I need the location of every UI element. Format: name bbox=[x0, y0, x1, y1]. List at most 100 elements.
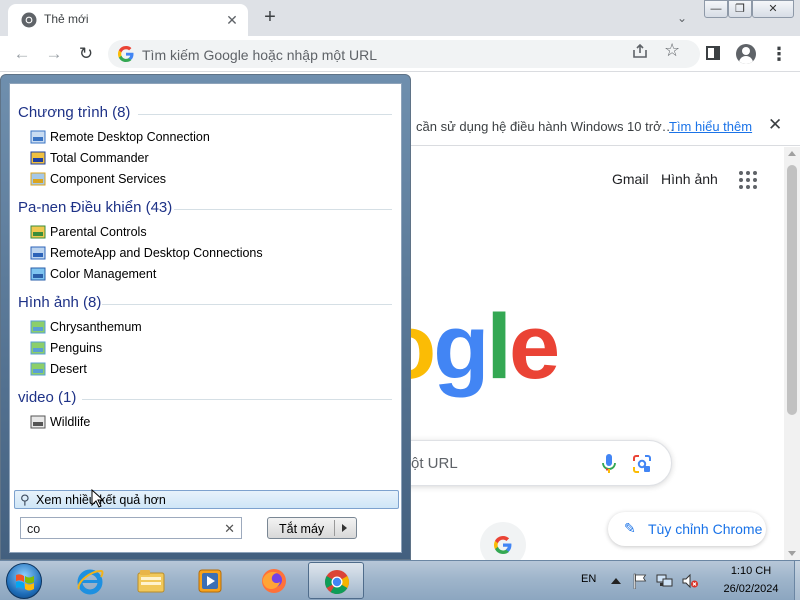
search-result-label: Total Commander bbox=[50, 151, 149, 165]
learn-more-link[interactable]: Tìm hiểu thêm bbox=[669, 119, 752, 134]
tab-search-chevron-icon[interactable]: ⌄ bbox=[672, 8, 692, 28]
scroll-thumb[interactable] bbox=[787, 165, 797, 415]
profile-avatar-icon[interactable] bbox=[736, 44, 756, 64]
search-result-item[interactable]: Penguins bbox=[30, 338, 390, 359]
browser-toolbar: ← → ↻ Tìm kiếm Google hoặc nhập một URL … bbox=[0, 36, 800, 72]
search-result-item[interactable]: Remote Desktop Connection bbox=[30, 127, 390, 148]
action-center-flag-icon[interactable] bbox=[633, 573, 647, 589]
chrome-menu-icon[interactable]: ⋮ bbox=[770, 44, 788, 64]
image-file-icon bbox=[30, 320, 46, 334]
start-menu: Chương trình (8) Remote Desktop Connectio… bbox=[0, 74, 411, 560]
mouse-cursor-icon bbox=[91, 489, 105, 508]
google-g-icon bbox=[118, 46, 134, 62]
back-arrow-icon[interactable]: ← bbox=[10, 42, 34, 66]
search-placeholder: ột URL bbox=[411, 455, 458, 472]
search-result-item[interactable]: Chrysanthemum bbox=[30, 317, 390, 338]
search-result-label: Component Services bbox=[50, 172, 167, 186]
result-section-header[interactable]: video (1) bbox=[18, 389, 76, 406]
pencil-icon: ✎ bbox=[624, 520, 636, 536]
result-section-header[interactable]: Pa-nen Điều khiển (43) bbox=[18, 199, 172, 216]
search-result-item[interactable]: Component Services bbox=[30, 169, 390, 190]
taskbar-internet-explorer[interactable] bbox=[62, 562, 118, 599]
clear-search-icon[interactable]: ✕ bbox=[224, 521, 235, 537]
taskbar: EN 1:10 CH 26/02/2024 bbox=[0, 560, 800, 600]
infobar-message: cần sử dụng hệ điều hành Windows 10 trở… bbox=[416, 119, 675, 134]
shutdown-options-arrow-icon[interactable] bbox=[342, 524, 347, 532]
shutdown-separator bbox=[334, 520, 335, 536]
logo-letter: g bbox=[433, 296, 489, 398]
search-result-item[interactable]: Total Commander bbox=[30, 148, 390, 169]
search-result-item[interactable]: Color Management bbox=[30, 264, 390, 285]
logo-letter: l bbox=[486, 296, 512, 398]
scroll-down-arrow-icon[interactable] bbox=[788, 551, 796, 556]
color-management-icon bbox=[30, 267, 46, 281]
tab-new-tab[interactable]: Thẻ mới ✕ bbox=[8, 4, 248, 36]
search-result-label: Wildlife bbox=[50, 415, 91, 429]
forward-arrow-icon[interactable]: → bbox=[42, 42, 66, 66]
total-commander-icon bbox=[30, 151, 46, 165]
google-g-icon bbox=[494, 536, 512, 554]
bookmark-star-icon[interactable]: ☆ bbox=[664, 40, 680, 61]
search-result-item[interactable]: Parental Controls bbox=[30, 222, 390, 243]
omnibox-placeholder: Tìm kiếm Google hoặc nhập một URL bbox=[142, 47, 377, 63]
remoteapp-icon bbox=[30, 246, 46, 260]
scroll-up-arrow-icon[interactable] bbox=[788, 151, 796, 156]
minimize-button[interactable]: — bbox=[704, 0, 728, 18]
address-bar[interactable]: Tìm kiếm Google hoặc nhập một URL bbox=[108, 40, 700, 68]
infobar-close-icon[interactable]: ✕ bbox=[768, 115, 782, 135]
reload-icon[interactable]: ↻ bbox=[74, 42, 98, 66]
restore-button[interactable]: ❐ bbox=[728, 0, 752, 18]
image-file-icon bbox=[30, 362, 46, 376]
result-section-header[interactable]: Hình ảnh (8) bbox=[18, 294, 101, 311]
shutdown-button[interactable]: Tắt máy bbox=[267, 517, 357, 539]
google-apps-icon[interactable] bbox=[739, 171, 757, 189]
video-file-icon bbox=[30, 415, 46, 429]
chrome-icon bbox=[325, 570, 349, 595]
share-icon[interactable] bbox=[632, 43, 648, 59]
images-link[interactable]: Hình ảnh bbox=[661, 171, 718, 187]
network-icon[interactable] bbox=[656, 573, 674, 589]
side-panel-icon[interactable] bbox=[706, 46, 720, 60]
section-divider bbox=[82, 399, 392, 400]
search-result-label: Parental Controls bbox=[50, 225, 147, 239]
section-divider bbox=[138, 114, 392, 115]
search-results-panel: Chương trình (8) Remote Desktop Connectio… bbox=[9, 83, 402, 553]
taskbar-media-player[interactable] bbox=[182, 562, 238, 599]
taskbar-firefox[interactable] bbox=[246, 562, 302, 599]
search-result-label: RemoteApp and Desktop Connections bbox=[50, 246, 263, 260]
volume-muted-icon[interactable] bbox=[681, 573, 699, 589]
customize-chrome-label: Tùy chỉnh Chrome bbox=[648, 521, 763, 537]
show-hidden-icons-arrow-icon[interactable] bbox=[611, 578, 621, 584]
clock-date[interactable]: 26/02/2024 bbox=[711, 583, 791, 595]
google-lens-icon[interactable] bbox=[631, 453, 653, 475]
taskbar-chrome[interactable] bbox=[308, 562, 364, 599]
search-result-label: Chrysanthemum bbox=[50, 320, 142, 334]
new-tab-button[interactable]: + bbox=[258, 6, 282, 30]
taskbar-windows-explorer[interactable] bbox=[122, 562, 178, 599]
image-file-icon bbox=[30, 341, 46, 355]
google-search-box[interactable]: ột URL bbox=[380, 440, 672, 486]
voice-search-mic-icon[interactable] bbox=[599, 453, 619, 475]
search-result-item[interactable]: RemoteApp and Desktop Connections bbox=[30, 243, 390, 264]
start-button[interactable] bbox=[6, 563, 42, 599]
search-result-item[interactable]: Desert bbox=[30, 359, 390, 380]
see-more-results-button[interactable]: ⚲ Xem nhiều kết quả hơn bbox=[14, 490, 399, 509]
language-indicator[interactable]: EN bbox=[581, 573, 596, 585]
start-search-box[interactable]: co ✕ bbox=[20, 517, 242, 539]
remote-desktop-icon bbox=[30, 130, 46, 144]
search-result-label: Remote Desktop Connection bbox=[50, 130, 210, 144]
parental-controls-icon bbox=[30, 225, 46, 239]
page-scrollbar[interactable] bbox=[784, 147, 800, 560]
show-desktop-button[interactable] bbox=[794, 561, 800, 600]
close-window-button[interactable]: ✕ bbox=[752, 0, 794, 18]
customize-chrome-button[interactable]: ✎ Tùy chỉnh Chrome bbox=[608, 512, 766, 546]
gmail-link[interactable]: Gmail bbox=[612, 171, 649, 187]
clock-time[interactable]: 1:10 CH bbox=[711, 565, 791, 577]
result-section-header[interactable]: Chương trình (8) bbox=[18, 104, 130, 121]
tab-close-icon[interactable]: ✕ bbox=[222, 10, 242, 30]
search-result-item[interactable]: Wildlife bbox=[30, 412, 390, 433]
tab-strip: Thẻ mới ✕ + ⌄ — ❐ ✕ bbox=[0, 0, 800, 36]
search-result-label: Penguins bbox=[50, 341, 103, 355]
windows-logo-icon bbox=[16, 574, 34, 591]
tab-title: Thẻ mới bbox=[44, 12, 89, 26]
